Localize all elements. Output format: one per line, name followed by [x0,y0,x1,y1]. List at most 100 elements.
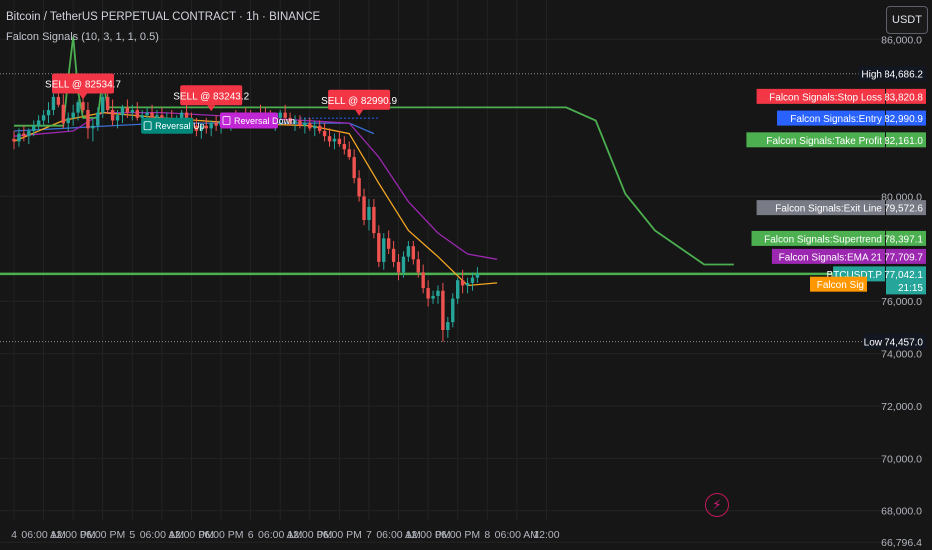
candle-body[interactable] [41,115,46,121]
candle-body[interactable] [91,125,95,129]
candle-body[interactable] [32,125,36,131]
price-tick-label: 70,000.0 [881,453,922,465]
price-label-value: 82,161.0 [884,136,923,147]
candle-body[interactable] [17,133,21,142]
sell-signal-pointer [355,109,364,116]
candle-body[interactable] [66,117,70,124]
ema-series [13,111,498,287]
candle-body[interactable] [155,115,159,118]
candle-body[interactable] [303,123,307,126]
price-chart[interactable]: SELL @ 82534.7 SELL @ 83243.2 SELL @ 82990… [0,0,932,550]
candle-body[interactable] [298,120,302,126]
candle-body[interactable] [71,112,75,118]
currency-button[interactable]: USDT [886,6,928,34]
sell-signal-text: SELL @ 83243.2 [173,91,249,102]
reversal-signal-text: Reversal Up [155,121,205,131]
price-tick-label: 74,000.0 [881,349,922,361]
candle-body[interactable] [465,282,470,286]
candle-body[interactable] [362,196,366,220]
candle-body[interactable] [332,138,337,142]
candle-body[interactable] [81,102,85,110]
candle-body[interactable] [51,96,56,110]
candle-body[interactable] [135,110,139,118]
sell-signal-text: SELL @ 82990.9 [321,96,397,107]
candle-body[interactable] [342,144,347,150]
candle-body[interactable] [436,290,440,296]
candle-body[interactable] [56,96,61,105]
candle-body[interactable] [347,149,351,158]
candle-body[interactable] [431,295,435,299]
time-tick-label: 06:00 PM [80,529,125,541]
candle-body[interactable] [460,280,465,286]
candle-body[interactable] [145,112,149,116]
candle-body[interactable] [317,125,322,131]
candle-body[interactable] [140,115,144,118]
candle-body[interactable] [130,110,135,113]
candle-body[interactable] [313,125,317,129]
price-tick-label: 76,000.0 [881,296,922,308]
candle-body[interactable] [125,107,130,113]
time-tick-label: 4 [11,529,17,541]
candle-body[interactable] [308,123,312,129]
candle-body[interactable] [101,96,105,113]
candle-body[interactable] [27,130,31,137]
candle-body[interactable] [367,206,371,220]
candle-body[interactable] [475,273,480,278]
candle-body[interactable] [441,290,445,330]
price-label-name: Falcon Signals:Take Profit [766,136,882,147]
candle-body[interactable] [96,112,100,126]
price-label-name: Falcon Signals:Entry [790,114,882,125]
candle-body[interactable] [421,272,425,289]
candle-body[interactable] [396,261,401,273]
candle-body[interactable] [204,125,208,129]
candle-body[interactable] [337,138,342,145]
candle-body[interactable] [386,238,391,249]
candle-body[interactable] [426,288,430,299]
symbol-title[interactable]: Bitcoin / TetherUS PERPETUAL CONTRACT · … [6,11,320,23]
candle-body[interactable] [357,178,361,197]
bar-countdown: 21:15 [898,283,923,294]
candle-body[interactable] [61,104,65,124]
lightning-icon[interactable]: ⚡ [705,493,729,517]
candle-body[interactable] [150,112,154,118]
candle-body[interactable] [22,133,26,137]
candle-body[interactable] [115,115,120,121]
candle-body[interactable] [76,102,80,113]
candle-body[interactable] [411,246,416,260]
price-label-name: Falcon Signals:Stop Loss [769,92,882,103]
candle-body[interactable] [46,110,51,116]
price-label-name: Falcon Signals:EMA 21 [779,252,883,263]
sell-signal-pointer [207,105,216,112]
candle-body[interactable] [214,123,218,126]
candle-body[interactable] [36,120,41,126]
candle-body[interactable] [120,107,125,116]
candle-body[interactable] [382,238,386,262]
candle-body[interactable] [322,130,327,137]
candle-body[interactable] [416,259,420,273]
candle-body[interactable] [456,280,460,299]
candle-body[interactable] [327,136,332,142]
indicator-legend[interactable]: Falcon Signals (10, 3, 1, 1, 0.5) [6,31,159,43]
candle-body[interactable] [377,233,381,262]
time-tick-label: 06:00 PM [199,529,244,541]
candle-body[interactable] [184,112,189,118]
candle-body[interactable] [446,322,450,330]
candle-body[interactable] [406,246,411,257]
candle-body[interactable] [372,206,376,234]
candle-body[interactable] [105,96,110,110]
candle-body[interactable] [401,256,406,273]
candle-body[interactable] [110,110,115,121]
time-tick-label: 06:00 PM [317,529,362,541]
candle-body[interactable] [12,138,16,142]
candle-body[interactable] [391,248,396,262]
candle-body[interactable] [352,157,356,179]
candle-body[interactable] [451,298,455,323]
price-label-value: 82,990.9 [884,114,923,125]
candle-body[interactable] [209,123,213,129]
candle-body[interactable] [86,110,90,129]
price-label-name: Falcon Signals:Supertrend [764,234,882,245]
price-label-name: Falcon Sig [817,280,864,291]
candle-body[interactable] [470,277,475,283]
time-tick-label: 12:00 [533,529,559,541]
price-label-name: High [861,70,882,81]
